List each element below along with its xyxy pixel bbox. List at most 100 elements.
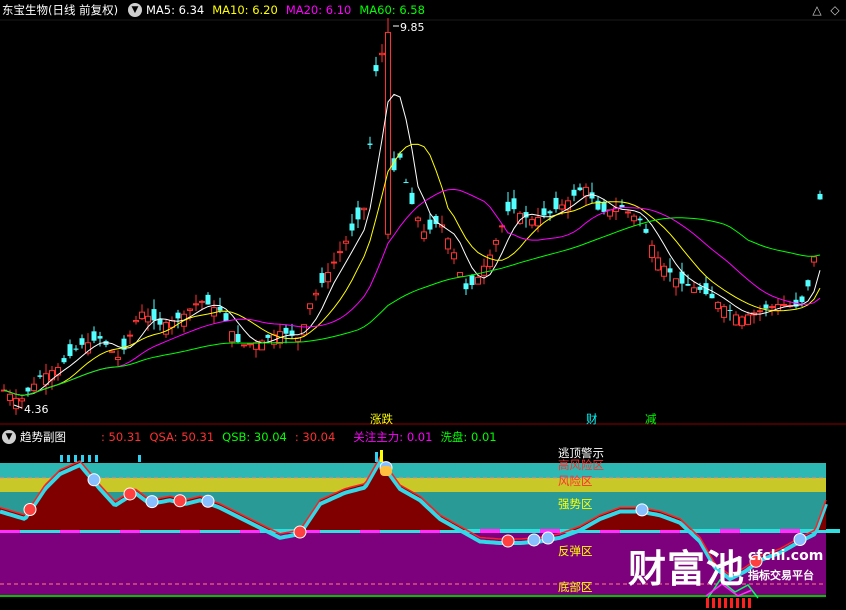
candle-body-down [427, 219, 433, 230]
candle-body-up [253, 342, 259, 350]
subchart-indicators: : 50.31 QSA: 50.31 QSB: 30.04 : 30.04 关注主力: … [101, 430, 497, 444]
bottom-signal-bar [712, 598, 715, 608]
signal-ball [145, 495, 159, 509]
stock-name[interactable]: 东宝生物 [2, 3, 48, 17]
candle-body-down [265, 334, 271, 338]
candle-body-down [547, 211, 553, 214]
candle-body-up [721, 306, 727, 318]
candle-body-down [403, 182, 409, 184]
candle-body-up [739, 316, 745, 327]
candle-body-up [451, 252, 457, 260]
main-header: 东宝生物(日线 前复权) [2, 3, 118, 17]
signal-strip-segment [780, 529, 800, 533]
marker-zhangdie: 涨跌 [370, 412, 393, 426]
candle-body-down [37, 375, 43, 377]
candle-body-down [727, 309, 733, 311]
candle-body-down [799, 296, 805, 303]
candle-body-up [493, 239, 499, 245]
candle-body-up [139, 311, 145, 320]
candle-body-up [529, 219, 535, 226]
ma5-value: MA5: 6.34 [146, 3, 205, 17]
candle-body-up [661, 265, 667, 277]
candle-body-down [61, 358, 67, 363]
candle-body-up [445, 238, 451, 250]
candle-body-up [193, 303, 199, 306]
candle-body-up [229, 331, 235, 343]
candle-body-down [175, 312, 181, 319]
candle-body-up [379, 52, 385, 56]
candle-body-down [73, 348, 79, 350]
candle-body-down [643, 228, 649, 233]
signal-strip-segment [720, 529, 740, 533]
indicator-value-2: : 30.04 [294, 430, 336, 444]
ma60-line [3, 217, 821, 396]
candle-body-up [199, 300, 205, 303]
candle-body-up [715, 301, 721, 310]
signal-ball [635, 503, 649, 517]
indicator-guanzhu: 关注主力: 0.01 [353, 430, 433, 444]
ma-legend: MA5: 6.34 MA10: 6.20 MA20: 6.10 MA60: 6.58 [146, 3, 425, 17]
candle-body-down [601, 202, 607, 212]
candle-body-down [637, 218, 643, 221]
collapse-icon[interactable]: △ [810, 3, 824, 17]
candle-body-down [25, 387, 31, 392]
candle-body-down [505, 201, 511, 212]
signal-ball [527, 533, 541, 547]
subchart-title[interactable]: 趋势副图 [20, 430, 66, 444]
signal-tick [380, 450, 383, 462]
ma60-value: MA60: 6.58 [359, 3, 425, 17]
subchart-settings-icon[interactable]: ▼ [2, 430, 16, 444]
candle-body-up [655, 257, 661, 271]
candle-body-down [511, 198, 517, 210]
signal-tick [138, 455, 141, 462]
signal-tick [74, 455, 77, 462]
diamond-icon[interactable]: ◇ [828, 3, 842, 17]
signal-strip-segment [700, 529, 720, 533]
candle-body-up [163, 322, 169, 335]
candle-body-down [349, 223, 355, 231]
indicator-value-1: : 50.31 [101, 430, 142, 444]
candle-body-down [91, 331, 97, 341]
indicator-qsb: QSB: 30.04 [222, 430, 287, 444]
candle-body-up [673, 278, 679, 288]
candle-body-up [625, 211, 631, 214]
ma-settings-icon[interactable]: ▼ [128, 3, 142, 17]
candle-body-up [313, 292, 319, 296]
candle-body-up [415, 217, 421, 222]
signal-tick [375, 452, 378, 462]
signal-ball [87, 473, 101, 487]
candle-body-down [205, 294, 211, 305]
candle-body-up [115, 356, 121, 361]
candle-body-down [217, 306, 223, 311]
zone-label-rebound: 反弹区 [558, 544, 593, 558]
candle-body-down [367, 143, 373, 145]
signal-ball [541, 531, 555, 545]
signal-strip-segment [760, 529, 780, 533]
candle-body-up [757, 310, 763, 313]
candle-body-up [691, 287, 697, 293]
zone-label-strong: 强势区 [558, 497, 593, 511]
signal-ball [201, 494, 215, 508]
period-label[interactable]: (日线 前复权) [48, 3, 118, 17]
zone-label-high-risk: 高风险区 [558, 458, 604, 472]
candle-body-up [385, 31, 391, 235]
candle-body-up [559, 204, 565, 210]
candle-body-down [553, 197, 559, 210]
signal-strip-segment [480, 529, 500, 533]
bottom-signal-bar [742, 598, 745, 608]
candle-body-down [463, 283, 469, 290]
candle-body-up [475, 276, 481, 285]
high-price-label: 9.85 [400, 21, 425, 34]
signal-strip-segment [740, 529, 760, 533]
candle-body-down [223, 313, 229, 322]
signal-tick [88, 455, 91, 462]
candle-body-up [769, 306, 775, 309]
candle-body-up [331, 261, 337, 264]
indicator-qsa: QSA: 50.31 [149, 430, 215, 444]
ma10-value: MA10: 6.20 [212, 3, 278, 17]
bottom-signal-bar [706, 598, 709, 608]
candle-body-up [133, 320, 139, 323]
candle-body-down [373, 65, 379, 72]
candle-body-down [571, 189, 577, 196]
candle-body-up [781, 303, 787, 306]
